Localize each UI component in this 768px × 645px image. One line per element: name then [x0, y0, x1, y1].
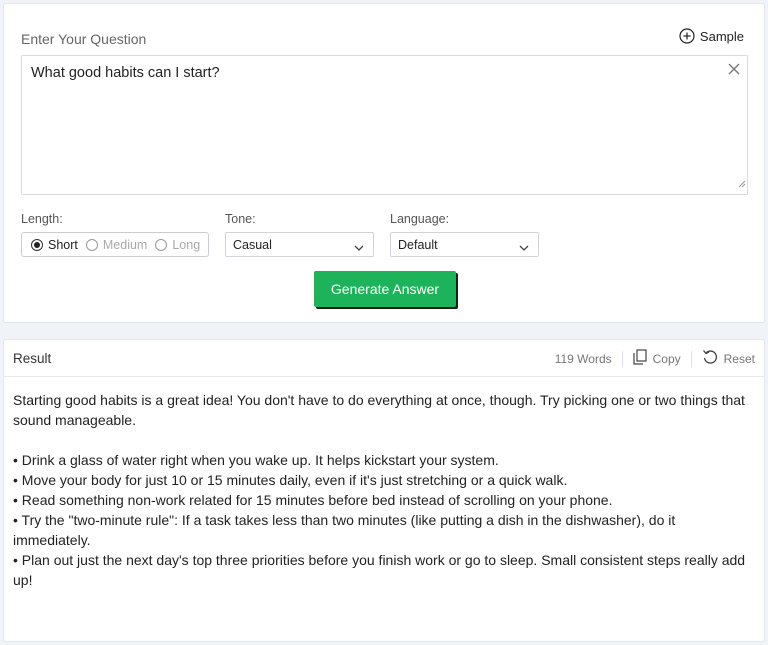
- result-title: Result: [13, 351, 52, 366]
- length-medium-radio[interactable]: Medium: [85, 237, 148, 252]
- chevron-down-icon: [519, 241, 529, 255]
- result-toolbar: 119 Words Copy Reset: [555, 349, 755, 368]
- chevron-down-icon: [354, 241, 364, 255]
- length-label: Length:: [21, 212, 63, 226]
- divider: [621, 350, 623, 367]
- language-value: Default: [398, 237, 438, 252]
- language-label: Language:: [390, 212, 450, 226]
- question-text: What good habits can I start?: [31, 65, 220, 81]
- copy-icon: [633, 349, 647, 368]
- question-textarea[interactable]: What good habits can I start?: [21, 55, 748, 195]
- tone-label: Tone:: [225, 212, 256, 226]
- divider: [690, 350, 692, 367]
- length-radio-group: Short Medium Long: [21, 232, 209, 257]
- generate-answer-button[interactable]: Generate Answer: [314, 271, 456, 307]
- length-long-label: Long: [172, 237, 201, 252]
- word-count: 119 Words: [554, 351, 612, 366]
- radio-unchecked-icon: [85, 238, 98, 251]
- result-header: Result 119 Words Copy Reset: [4, 340, 764, 377]
- plus-circle-icon: [679, 28, 695, 44]
- result-content: Starting good habits is a great idea! Yo…: [13, 390, 752, 590]
- sample-button[interactable]: Sample: [679, 28, 744, 44]
- list-item: • Read something non-work related for 15…: [13, 492, 613, 508]
- reset-button[interactable]: Reset: [702, 349, 755, 368]
- close-icon[interactable]: [727, 62, 741, 81]
- tone-value: Casual: [233, 237, 272, 252]
- result-list: • Drink a glass of water right when you …: [13, 450, 752, 590]
- list-item: • Drink a glass of water right when you …: [13, 452, 499, 468]
- length-medium-label: Medium: [102, 237, 148, 252]
- question-panel: Enter Your Question Sample What good hab…: [3, 3, 765, 323]
- resize-handle-icon[interactable]: [737, 175, 746, 193]
- length-short-label: Short: [48, 237, 78, 252]
- list-item: • Try the "two-minute rule": If a task t…: [13, 512, 676, 548]
- question-label: Enter Your Question: [21, 31, 147, 47]
- radio-checked-icon: [31, 238, 43, 251]
- sample-label: Sample: [699, 28, 744, 44]
- list-item: • Move your body for just 10 or 15 minut…: [13, 472, 568, 488]
- length-short-radio[interactable]: Short: [31, 238, 78, 252]
- reset-icon: [702, 349, 718, 368]
- result-panel: Result 119 Words Copy Reset Starting goo…: [3, 339, 765, 642]
- copy-label: Copy: [652, 351, 681, 366]
- length-long-radio[interactable]: Long: [155, 238, 200, 252]
- copy-button[interactable]: Copy: [633, 349, 681, 368]
- radio-unchecked-icon: [155, 238, 168, 251]
- reset-label: Reset: [723, 351, 755, 366]
- tone-select[interactable]: Casual: [225, 232, 374, 257]
- list-item: • Plan out just the next day's top three…: [13, 552, 746, 588]
- language-select[interactable]: Default: [390, 232, 539, 257]
- result-intro: Starting good habits is a great idea! Yo…: [13, 392, 745, 428]
